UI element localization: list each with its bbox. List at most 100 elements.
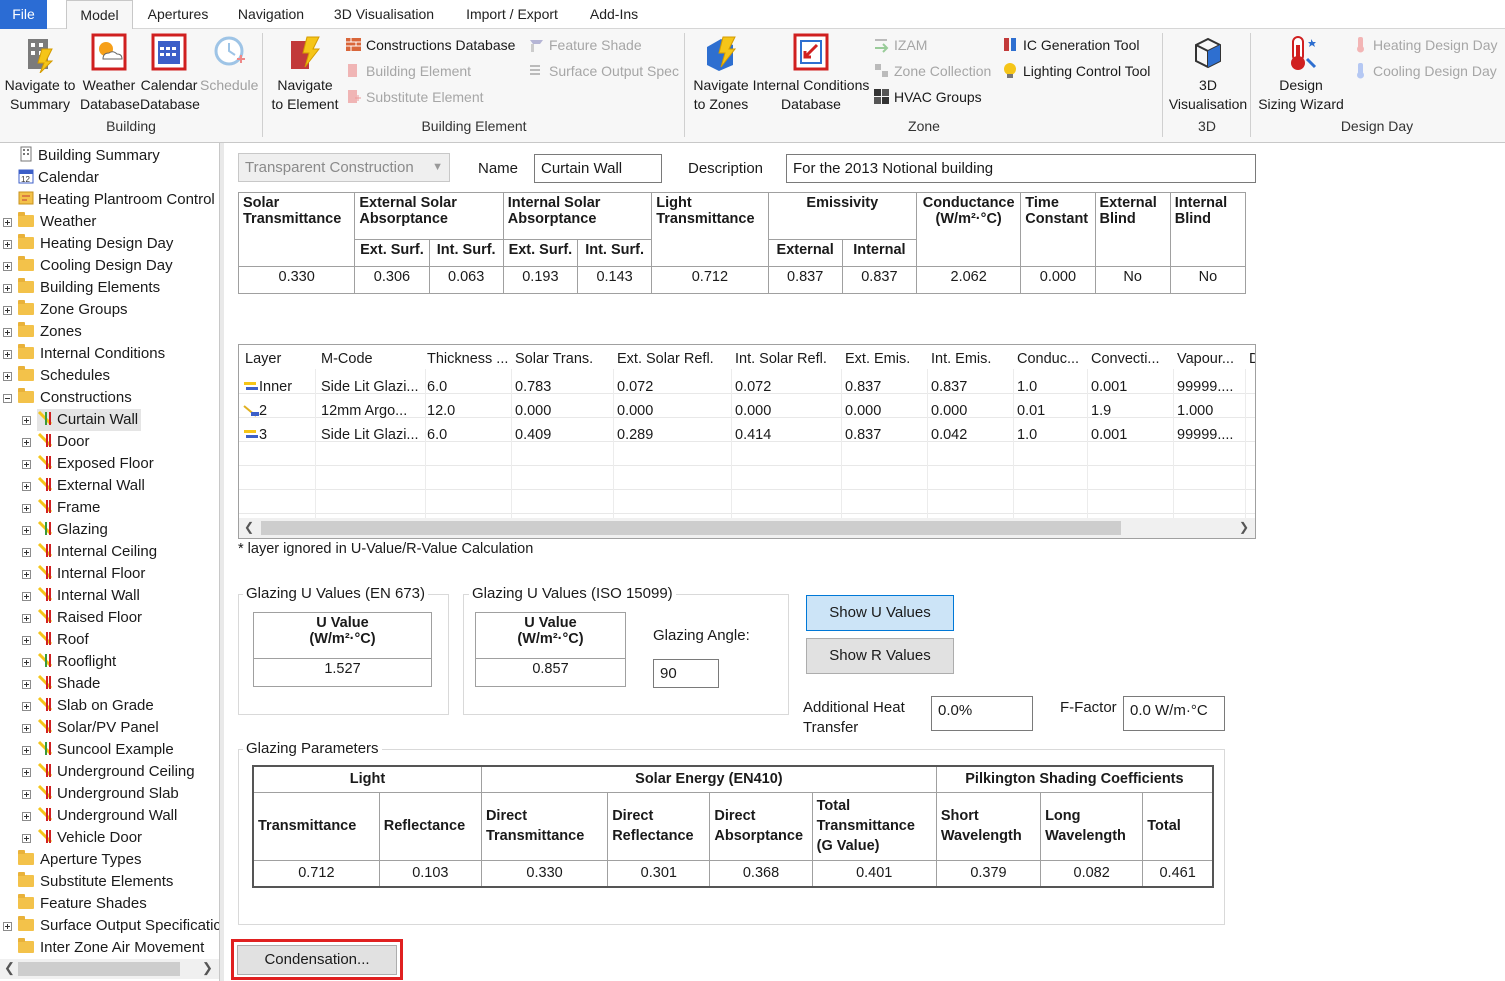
layer-cell-vapour[interactable]: 99999.... xyxy=(1177,423,1243,447)
internal-conditions-database-button[interactable]: Internal Conditions Database xyxy=(752,33,870,114)
tree-item[interactable]: Schedules xyxy=(0,365,219,387)
design-sizing-wizard-button[interactable]: Design Sizing Wizard xyxy=(1256,33,1346,114)
hvac-groups-button[interactable]: HVAC Groups xyxy=(873,86,982,108)
tab-navigation[interactable]: Navigation xyxy=(230,0,312,29)
navigate-to-zones-button[interactable]: Navigate to Zones xyxy=(690,33,752,114)
tree-item-construction[interactable]: Slab on Grade xyxy=(0,695,219,717)
3d-visualisation-button[interactable]: 3D Visualisation xyxy=(1166,33,1250,114)
column-header-ext-emis[interactable]: Ext. Emis. xyxy=(845,345,925,369)
expand-toggle[interactable] xyxy=(22,592,31,601)
tree-item-construction[interactable]: Frame xyxy=(0,497,219,519)
tab-3d-visualisation[interactable]: 3D Visualisation xyxy=(328,0,440,29)
column-header-int-emis[interactable]: Int. Emis. xyxy=(931,345,1011,369)
layer-cell-convection[interactable]: 1.9 xyxy=(1091,399,1171,423)
expand-toggle[interactable] xyxy=(3,922,12,931)
value-ext-abs-int[interactable]: 0.063 xyxy=(428,266,504,294)
scroll-right-icon[interactable]: ❯ xyxy=(1239,520,1249,534)
layer-cell-solar-trans[interactable]: 0.783 xyxy=(515,375,611,399)
tree-item[interactable]: Constructions xyxy=(0,387,219,409)
layers-horizontal-scrollbar[interactable]: ❮ ❯ xyxy=(239,518,1255,538)
construction-type-select[interactable]: Transparent Construction ▼ xyxy=(238,153,450,182)
tab-import-export[interactable]: Import / Export xyxy=(458,0,566,29)
tab-model[interactable]: Model xyxy=(66,0,133,30)
show-u-values-button[interactable]: Show U Values xyxy=(806,595,954,631)
expand-toggle[interactable] xyxy=(22,834,31,843)
navigate-to-summary-button[interactable]: Navigate to Summary xyxy=(4,33,76,114)
layer-cell-conductivity[interactable]: 1.0 xyxy=(1017,375,1085,399)
tree-item[interactable]: Zones xyxy=(0,321,219,343)
expand-toggle[interactable] xyxy=(22,570,31,579)
tree-item[interactable]: Aperture Types xyxy=(0,849,219,871)
tree-item-construction[interactable]: Raised Floor xyxy=(0,607,219,629)
expand-toggle[interactable] xyxy=(22,812,31,821)
tree-item[interactable]: Cooling Design Day xyxy=(0,255,219,277)
tree-item-construction[interactable]: Underground Ceiling xyxy=(0,761,219,783)
tree-item-construction[interactable]: External Wall xyxy=(0,475,219,497)
gp-value-short-wavelength[interactable]: 0.379 xyxy=(935,859,1042,888)
layer-cell-int-solar-refl[interactable]: 0.414 xyxy=(735,423,839,447)
expand-toggle[interactable] xyxy=(22,658,31,667)
column-header-ext-solar-refl[interactable]: Ext. Solar Refl. xyxy=(617,345,729,369)
schedule-button[interactable]: Schedule xyxy=(200,33,258,95)
tree-item[interactable]: Surface Output Specificatic xyxy=(0,915,219,937)
value-time-constant[interactable]: 0.000 xyxy=(1020,266,1096,294)
scroll-left-icon[interactable]: ❮ xyxy=(4,960,15,976)
value-light[interactable]: 0.712 xyxy=(651,266,769,294)
constructions-database-button[interactable]: Constructions Database xyxy=(345,34,515,56)
value-solar[interactable]: 0.330 xyxy=(237,266,356,294)
layer-cell-conductivity[interactable]: 0.01 xyxy=(1017,399,1085,423)
expand-toggle[interactable] xyxy=(22,790,31,799)
layer-cell-ext-solar-refl[interactable]: 0.072 xyxy=(617,375,729,399)
layer-cell-int-emis[interactable]: 0.042 xyxy=(931,423,1011,447)
calendar-database-button[interactable]: Calendar Database xyxy=(140,33,200,114)
value-ext-abs-ext[interactable]: 0.306 xyxy=(354,266,430,294)
tab-add-ins[interactable]: Add-Ins xyxy=(582,0,646,29)
expand-toggle[interactable] xyxy=(22,702,31,711)
description-input[interactable]: For the 2013 Notional building xyxy=(786,154,1256,183)
layer-cell-vapour[interactable]: 99999.... xyxy=(1177,375,1243,399)
tree-item-construction[interactable]: Roof xyxy=(0,629,219,651)
tree-scroll-thumb[interactable] xyxy=(18,962,180,976)
expand-toggle[interactable] xyxy=(3,350,12,359)
gp-value-reflectance[interactable]: 0.103 xyxy=(378,859,482,888)
value-external-blind[interactable]: No xyxy=(1094,266,1171,294)
tree-item[interactable]: Internal Conditions xyxy=(0,343,219,365)
tree-item-construction[interactable]: Solar/PV Panel xyxy=(0,717,219,739)
tree-item[interactable]: Building Elements xyxy=(0,277,219,299)
column-header-solar-trans[interactable]: Solar Trans. xyxy=(515,345,611,369)
layer-cell-int-solar-refl[interactable]: 0.072 xyxy=(735,375,839,399)
en673-u-value[interactable]: 1.527 xyxy=(253,658,432,687)
expand-toggle[interactable] xyxy=(22,768,31,777)
value-internal-blind[interactable]: No xyxy=(1169,266,1247,294)
column-header-m-code[interactable]: M-Code xyxy=(321,345,421,369)
expand-toggle[interactable] xyxy=(3,284,12,293)
expand-toggle[interactable] xyxy=(22,614,31,623)
tree-item-construction[interactable]: Exposed Floor xyxy=(0,453,219,475)
show-r-values-button[interactable]: Show R Values xyxy=(806,638,954,674)
expand-toggle[interactable] xyxy=(22,482,31,491)
column-header-int-solar-refl[interactable]: Int. Solar Refl. xyxy=(735,345,839,369)
tree-item-construction[interactable]: Suncool Example xyxy=(0,739,219,761)
layer-cell-m-code[interactable]: 12mm Argo... xyxy=(321,399,421,423)
gp-value-total-transmittance[interactable]: 0.401 xyxy=(811,859,937,888)
gp-value-direct-absorptance[interactable]: 0.368 xyxy=(709,859,813,888)
column-header-convection[interactable]: Convecti... xyxy=(1091,345,1171,369)
tab-file[interactable]: File xyxy=(0,0,47,29)
layer-cell-int-emis[interactable]: 0.837 xyxy=(931,375,1011,399)
collapse-toggle[interactable] xyxy=(3,394,12,403)
tree-item[interactable]: Heating Design Day xyxy=(0,233,219,255)
layer-cell-layer[interactable]: 2 xyxy=(259,399,315,423)
expand-toggle[interactable] xyxy=(3,262,12,271)
expand-toggle[interactable] xyxy=(22,636,31,645)
layers-scroll-thumb[interactable] xyxy=(261,521,1121,535)
expand-toggle[interactable] xyxy=(3,328,12,337)
tree-item-construction[interactable]: Underground Wall xyxy=(0,805,219,827)
value-conductance[interactable]: 2.062 xyxy=(915,266,1022,294)
column-header-vapour[interactable]: Vapour... xyxy=(1177,345,1243,369)
glazing-angle-input[interactable]: 90 xyxy=(653,659,719,688)
expand-toggle[interactable] xyxy=(22,680,31,689)
tab-apertures[interactable]: Apertures xyxy=(140,0,216,29)
surface-output-spec-button[interactable]: Surface Output Spec xyxy=(528,60,679,82)
layer-cell-int-solar-refl[interactable]: 0.000 xyxy=(735,399,839,423)
tree-item-construction[interactable]: Internal Wall xyxy=(0,585,219,607)
